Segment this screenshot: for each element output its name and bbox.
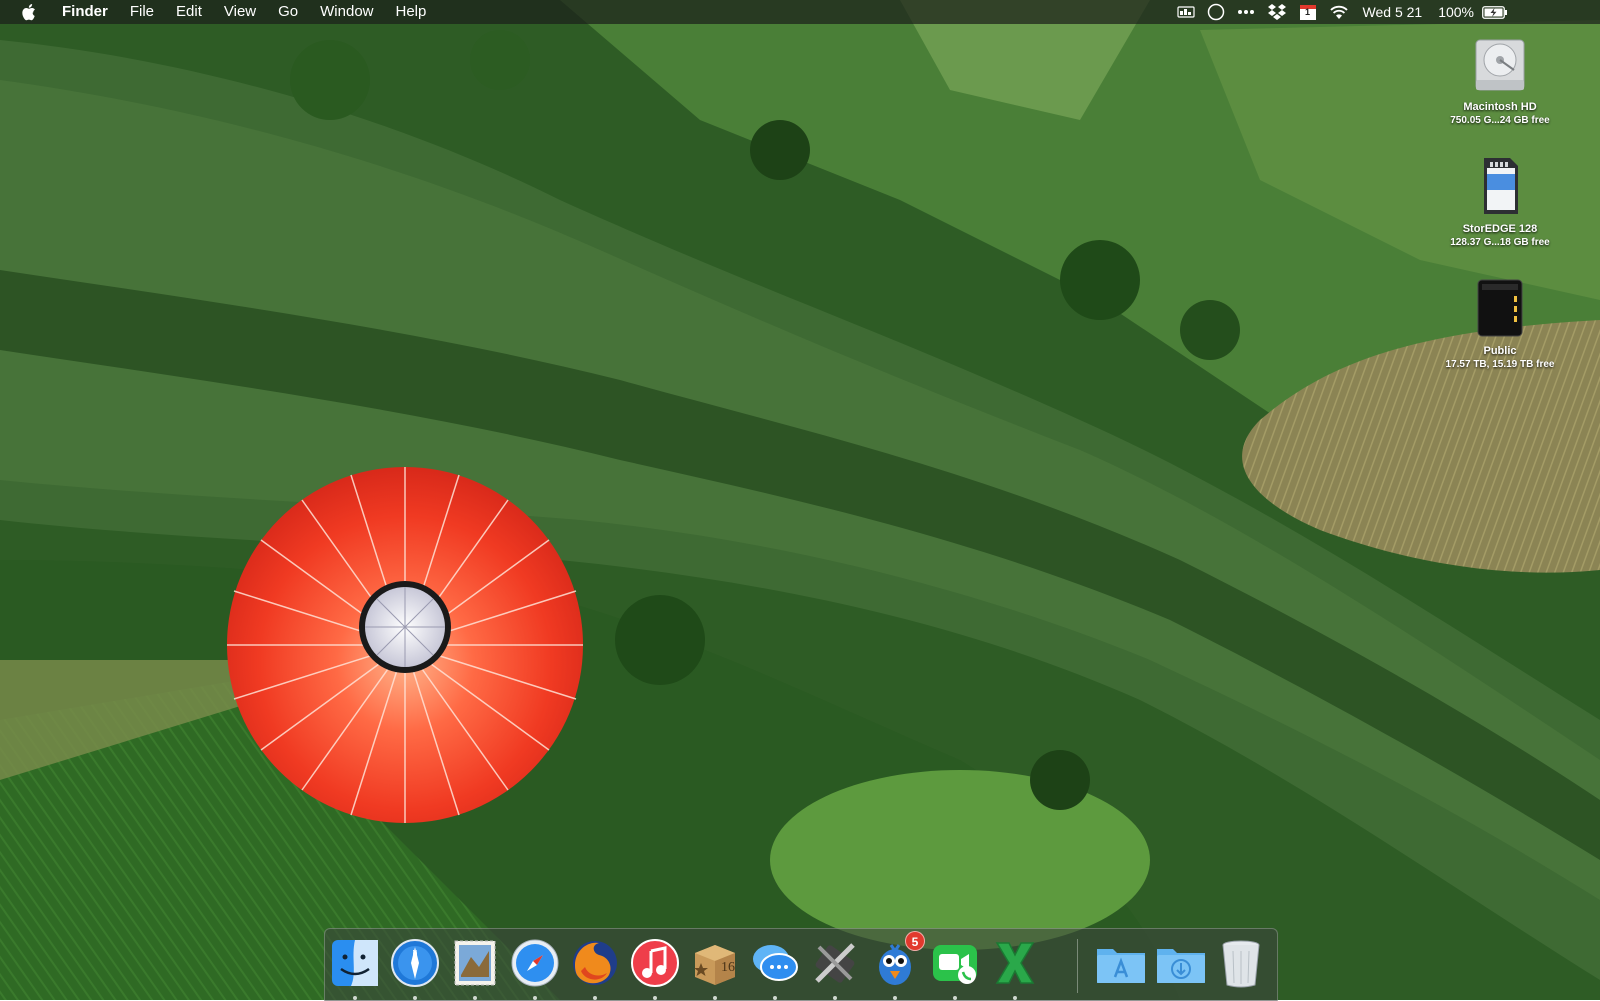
circle-icon[interactable] — [1207, 0, 1225, 24]
running-indicator — [713, 996, 717, 1000]
desktop-icon-label: StorEDGE 128 — [1462, 223, 1538, 235]
dock-firefox[interactable] — [569, 937, 621, 1000]
running-indicator — [593, 996, 597, 1000]
desktop-icon-storedge[interactable]: StorEDGE 128 128.37 G...18 GB free — [1435, 154, 1565, 249]
calendar-icon[interactable]: 1 — [1299, 0, 1317, 24]
running-indicator — [953, 996, 957, 1000]
menu-app-name[interactable]: Finder — [56, 0, 119, 24]
menu-view[interactable]: View — [213, 0, 267, 24]
menu-help[interactable]: Help — [385, 0, 438, 24]
desktop-icon-info: 17.57 TB, 15.19 TB free — [1445, 359, 1555, 370]
dock-messages[interactable] — [749, 937, 801, 1000]
safari-icon — [511, 939, 559, 987]
menu-edit[interactable]: Edit — [165, 0, 213, 24]
running-indicator — [353, 996, 357, 1000]
dock-applications-stack[interactable] — [1095, 937, 1147, 989]
excel-x-icon — [995, 942, 1035, 984]
dock-tweetbot[interactable]: 5 — [869, 931, 925, 1000]
dock-facetime[interactable] — [929, 937, 981, 1000]
running-indicator — [1013, 996, 1017, 1000]
dock-trash[interactable] — [1215, 937, 1267, 989]
facetime-icon — [933, 945, 977, 984]
dock-downloads-stack[interactable] — [1155, 937, 1207, 989]
music-note-icon — [631, 939, 679, 987]
notification-badge: 5 — [905, 931, 925, 951]
dock-itunes[interactable] — [629, 937, 681, 1000]
running-indicator — [653, 996, 657, 1000]
desktop-wallpaper — [0, 0, 1600, 1000]
menu-bar: Finder File Edit View Go Window Help 1 W… — [0, 0, 1600, 24]
desktop-icon-label: Macintosh HD — [1463, 101, 1537, 113]
deliveries-count-label: 16 — [721, 960, 735, 975]
dock-separator — [1077, 939, 1078, 993]
mail-stamp-icon — [454, 940, 496, 986]
messages-icon — [753, 945, 798, 981]
desktop-icon-label: Public — [1483, 345, 1517, 357]
dock-deliveries[interactable]: 16 — [689, 937, 741, 1000]
firefox-icon — [573, 941, 617, 985]
dock: N 16 5 — [324, 928, 1278, 1001]
running-indicator — [833, 996, 837, 1000]
compass-icon: N — [391, 939, 439, 987]
clock[interactable]: Wed 5 21 — [1363, 0, 1423, 24]
desktop-icon-public[interactable]: Public 17.57 TB, 15.19 TB free — [1435, 276, 1565, 371]
istat-icon[interactable] — [1176, 0, 1195, 24]
sd-card-icon — [1484, 158, 1518, 214]
menu-go[interactable]: Go — [267, 0, 309, 24]
battery-charging-icon[interactable] — [1482, 0, 1508, 24]
dropbox-icon[interactable] — [1267, 0, 1287, 24]
applications-folder-icon — [1097, 949, 1145, 983]
dock-maps[interactable]: N — [389, 937, 441, 1000]
menu-window[interactable]: Window — [309, 0, 384, 24]
finder-icon — [332, 940, 378, 986]
trash-icon — [1222, 940, 1260, 988]
wifi-icon[interactable] — [1329, 0, 1349, 24]
dock-mail[interactable] — [449, 937, 501, 1000]
dock-safari[interactable] — [509, 937, 561, 1000]
menu-file[interactable]: File — [119, 0, 165, 24]
apple-icon[interactable] — [18, 0, 42, 24]
desktop-icon-info: 750.05 G...24 GB free — [1450, 115, 1550, 126]
dock-finder[interactable] — [329, 937, 381, 1000]
running-indicator — [413, 996, 417, 1000]
running-indicator — [893, 996, 897, 1000]
hot-air-balloon — [227, 467, 583, 823]
running-indicator — [533, 996, 537, 1000]
wallpaper-landscape — [0, 0, 1600, 1000]
desktop-icon-info: 128.37 G...18 GB free — [1450, 237, 1550, 248]
hard-drive-icon — [1475, 39, 1525, 91]
svg-text:N: N — [412, 950, 417, 957]
downloads-folder-icon — [1157, 949, 1205, 983]
calendar-day: 1 — [1305, 7, 1311, 17]
more-icon[interactable] — [1237, 0, 1255, 24]
desktop-icon-macintosh-hd[interactable]: Macintosh HD 750.05 G...24 GB free — [1435, 32, 1565, 127]
battery-percent[interactable]: 100% — [1438, 0, 1474, 24]
network-drive-icon — [1477, 279, 1523, 337]
running-indicator — [473, 996, 477, 1000]
running-indicator — [773, 996, 777, 1000]
dock-excel[interactable] — [989, 937, 1041, 1000]
dock-utilities[interactable] — [809, 937, 861, 1000]
tools-icon — [815, 943, 855, 983]
